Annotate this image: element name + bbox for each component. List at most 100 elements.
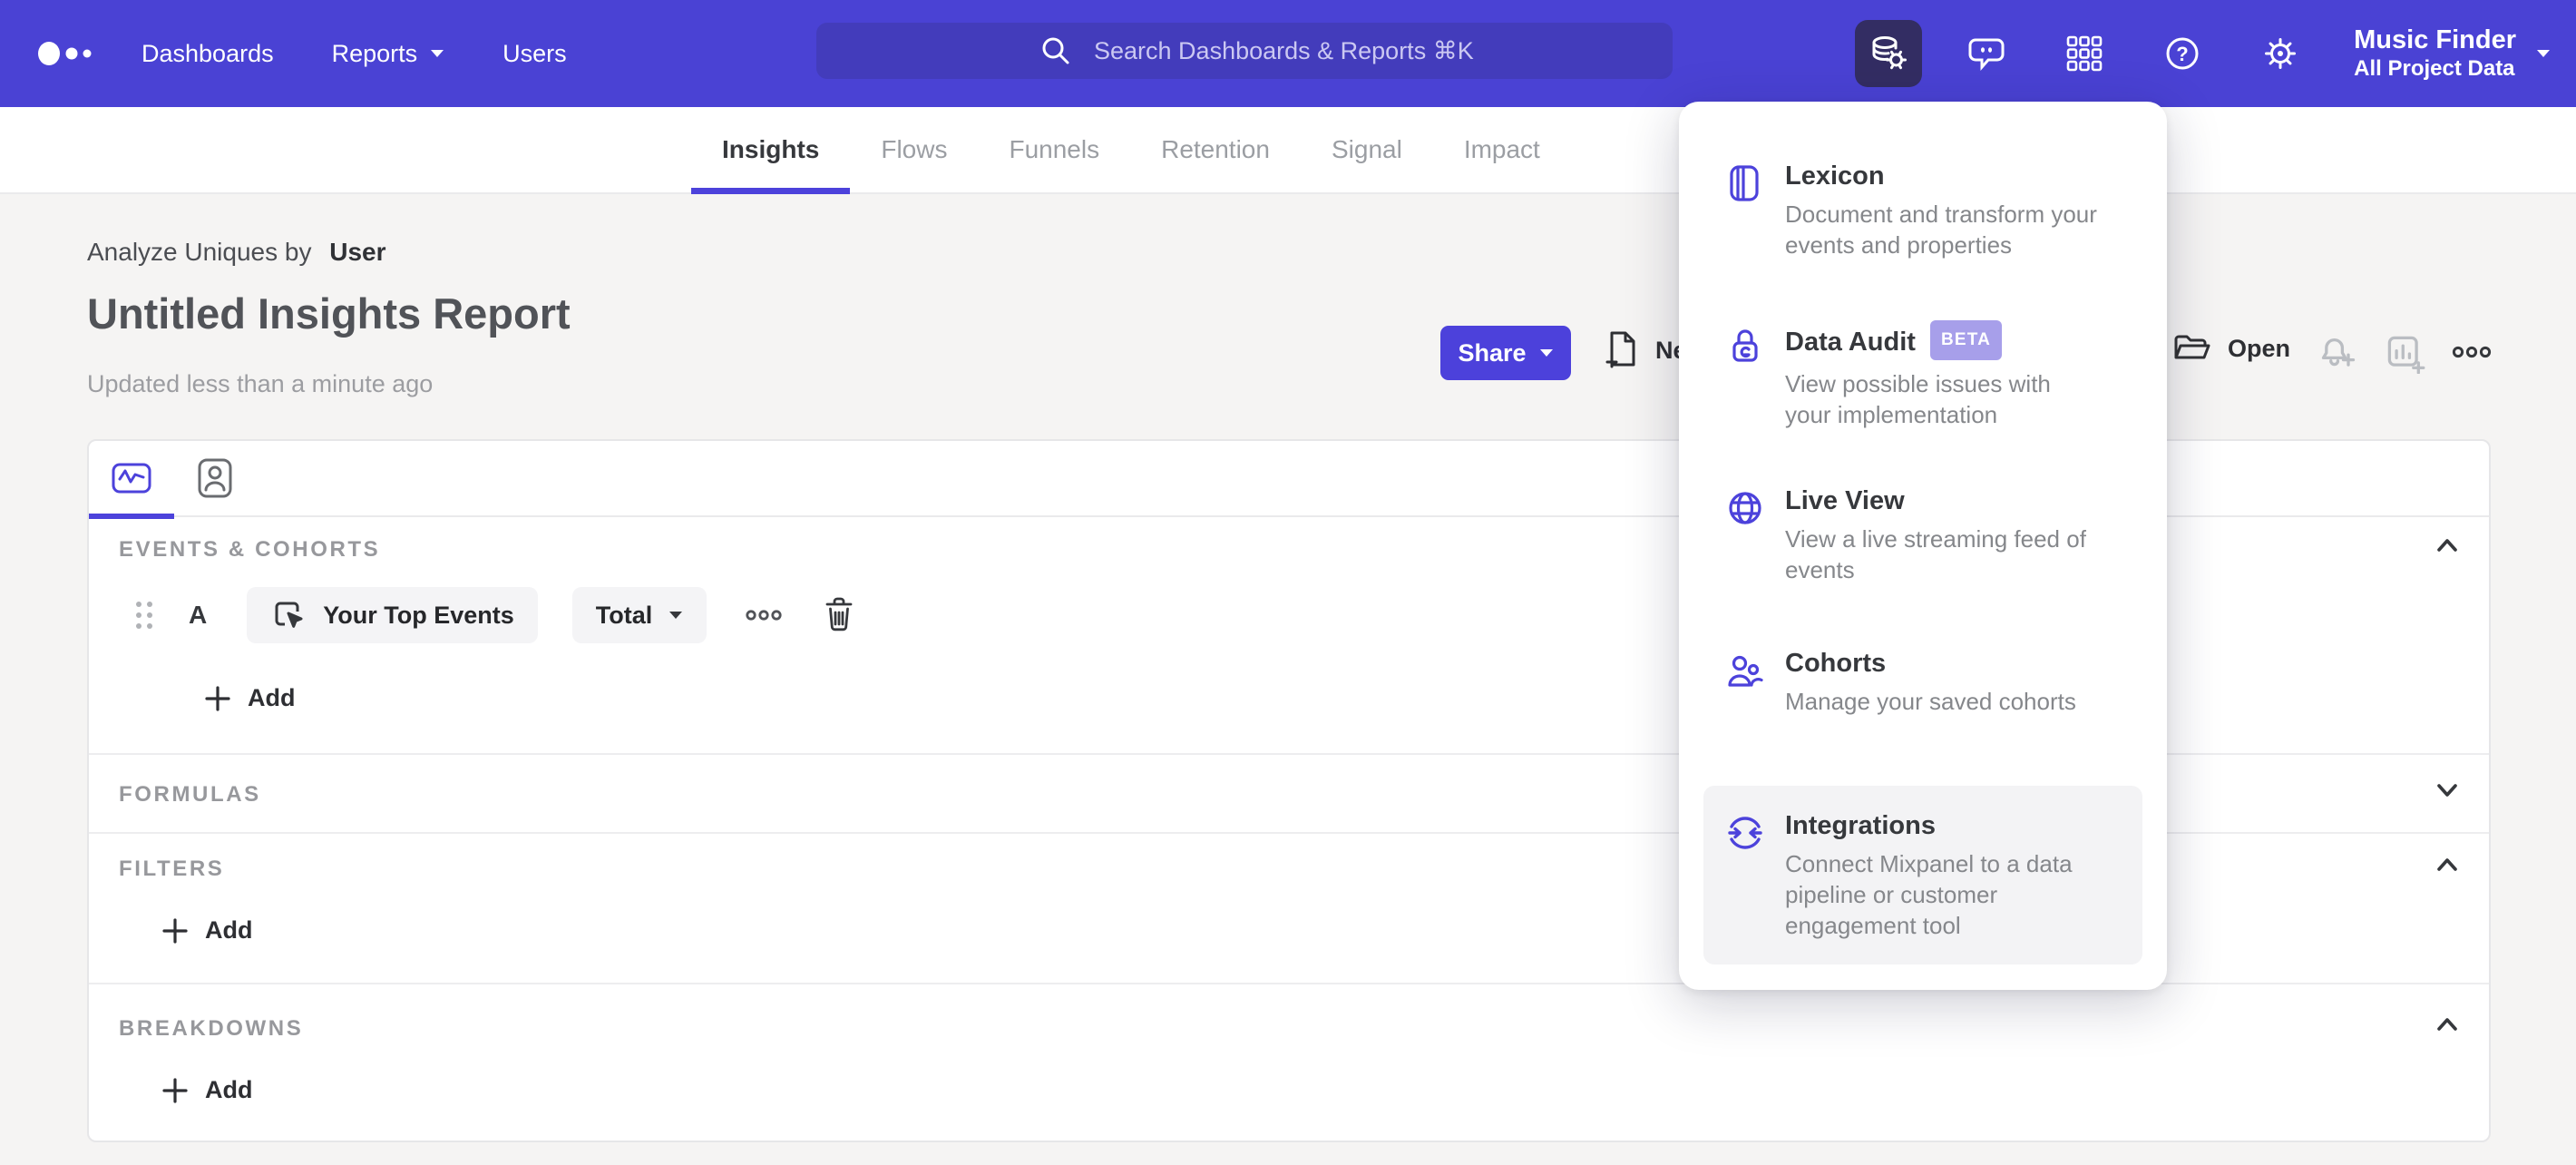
add-label: Add [248, 684, 296, 711]
collapse-events-icon[interactable] [2433, 532, 2462, 559]
menu-item-integrations[interactable]: Integrations Connect Mixpanel to a data … [1703, 786, 2142, 964]
analyze-uniques-by: Analyze Uniques by User [87, 238, 386, 267]
nav-item-users[interactable]: Users [503, 40, 567, 68]
insights-chart-icon [112, 463, 151, 494]
report-tabbar: Insights Flows Funnels Retention Signal … [0, 107, 2576, 194]
page-title[interactable]: Untitled Insights Report [87, 289, 571, 338]
alert-plus-button[interactable] [2318, 334, 2358, 378]
tab-profiles-view[interactable] [194, 457, 236, 499]
settings-button[interactable] [2247, 20, 2314, 87]
tab-insights[interactable]: Insights [691, 107, 851, 194]
expand-formulas-icon[interactable] [2433, 777, 2462, 804]
search-icon [1042, 37, 1069, 64]
active-tab-underline [89, 514, 174, 519]
menu-item-desc: Connect Mixpanel to a data pipeline or c… [1785, 850, 2073, 939]
event-name: Your Top Events [323, 601, 514, 629]
project-scope: All Project Data [2354, 56, 2515, 81]
open-label: Open [2228, 334, 2291, 362]
document-plus-icon [1605, 331, 1635, 368]
nav-item-dashboards[interactable]: Dashboards [141, 40, 274, 68]
user-profile-icon [198, 458, 232, 498]
chart-plus-icon [2387, 336, 2425, 375]
bell-plus-icon [2321, 338, 2356, 367]
section-label-filters: FILTERS [119, 857, 225, 881]
tab-retention[interactable]: Retention [1130, 107, 1301, 192]
share-label: Share [1458, 338, 1527, 367]
section-label-formulas: FORMULAS [119, 782, 261, 807]
folder-open-icon [2174, 335, 2210, 359]
project-selector[interactable]: Music Finder All Project Data [2354, 24, 2551, 83]
row-more-icon[interactable] [745, 605, 783, 625]
event-query-row: A Your Top Events Total [132, 586, 857, 644]
event-selector-pill[interactable]: Your Top Events [247, 587, 538, 643]
data-management-button[interactable] [1855, 20, 1923, 87]
menu-item-cohorts[interactable]: Cohorts Manage your saved cohorts [1703, 623, 2142, 786]
menu-item-data-audit[interactable]: Data Audit BETA View possible issues wit… [1703, 299, 2142, 461]
nav-item-label: Users [503, 39, 567, 67]
menu-item-desc: View a live streaming feed of events [1785, 525, 2086, 583]
more-horizontal-icon [2452, 346, 2492, 358]
search-input[interactable] [1094, 36, 1602, 65]
collapse-breakdowns-icon[interactable] [2433, 1011, 2462, 1038]
updated-timestamp: Updated less than a minute ago [87, 370, 434, 397]
menu-item-lexicon[interactable]: Lexicon Document and transform your even… [1703, 136, 2142, 299]
global-search[interactable] [816, 23, 1673, 79]
add-label: Add [205, 1076, 253, 1103]
settings-gear-icon [2265, 38, 2297, 69]
book-icon [1723, 162, 1767, 205]
menu-item-title: Integrations [1785, 811, 1936, 840]
add-to-board-button[interactable] [2386, 334, 2425, 378]
apps-grid-button[interactable] [2051, 20, 2118, 87]
project-name: Music Finder [2354, 25, 2516, 54]
chevron-down-icon [431, 50, 444, 57]
menu-item-title: Data Audit [1785, 328, 1916, 357]
help-icon: ? [2166, 37, 2199, 70]
menu-item-desc: View possible issues with your implement… [1785, 370, 2051, 428]
tab-impact[interactable]: Impact [1433, 107, 1571, 192]
primary-nav: Dashboards Reports Users [141, 40, 567, 68]
collapse-filters-icon[interactable] [2433, 851, 2462, 878]
chevron-down-icon [1539, 349, 1553, 357]
section-label-events: EVENTS & COHORTS [119, 537, 381, 562]
mixpanel-app: Dashboards Reports Users Search Dashboar… [0, 0, 2576, 1165]
add-filter-button[interactable]: Add [161, 916, 252, 945]
menu-item-title: Live View [1785, 486, 1905, 515]
help-button[interactable]: ? [2149, 20, 2216, 87]
series-letter: A [189, 601, 208, 629]
tab-funnels[interactable]: Funnels [978, 107, 1130, 192]
apps-grid-icon [2066, 35, 2103, 72]
chevron-down-icon [669, 612, 683, 619]
add-event-button[interactable]: Add [204, 684, 295, 712]
people-icon [1723, 649, 1767, 692]
feedback-button[interactable] [1953, 20, 2020, 87]
drag-handle-icon[interactable] [132, 597, 156, 633]
cursor-click-icon [275, 602, 303, 628]
mixpanel-logo-icon[interactable] [36, 34, 109, 73]
menu-item-live-view[interactable]: Live View View a live streaming feed of … [1703, 461, 2142, 623]
plus-icon [205, 685, 230, 711]
beta-badge: BETA [1929, 320, 2003, 360]
chevron-down-icon [2537, 50, 2550, 57]
tab-events-view[interactable] [111, 457, 152, 499]
lock-icon [1723, 324, 1767, 367]
tab-flows[interactable]: Flows [850, 107, 978, 192]
data-management-menu: Lexicon Document and transform your even… [1679, 102, 2167, 990]
sync-icon [1723, 811, 1767, 855]
metric-selector-pill[interactable]: Total [571, 587, 707, 643]
data-management-icon [1872, 36, 1908, 70]
plus-icon [162, 917, 188, 944]
nav-right-cluster: ? Music Finder All Project Data [1855, 0, 2551, 107]
plus-icon [162, 1077, 188, 1103]
delete-row-trash-icon[interactable] [821, 595, 857, 635]
share-button[interactable]: Share [1440, 326, 1571, 380]
tab-signal[interactable]: Signal [1301, 107, 1433, 192]
open-report-button[interactable]: Open [2171, 329, 2290, 367]
nav-item-label: Reports [331, 39, 418, 67]
add-label: Add [205, 916, 253, 944]
add-breakdown-button[interactable]: Add [161, 1076, 252, 1104]
nav-item-reports[interactable]: Reports [332, 40, 445, 68]
analyze-value-user[interactable]: User [329, 238, 385, 266]
more-actions-button[interactable] [2451, 341, 2493, 367]
menu-item-title: Lexicon [1785, 162, 1885, 191]
globe-icon [1723, 486, 1767, 530]
